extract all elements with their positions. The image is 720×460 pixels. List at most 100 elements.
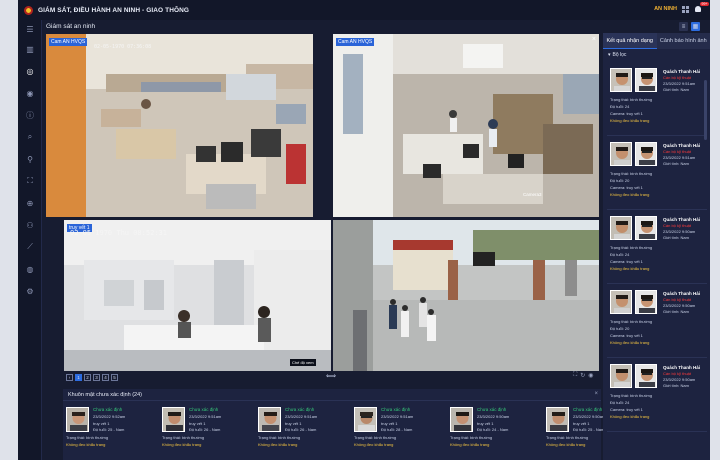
refresh-icon[interactable]: ↻ bbox=[580, 372, 585, 379]
sync-link-icon[interactable]: ⟺ bbox=[326, 372, 336, 380]
info-icon[interactable]: ⓘ bbox=[25, 110, 35, 120]
face-time: 23/3/2022 9:52am bbox=[93, 414, 126, 419]
page-button[interactable]: 3 bbox=[93, 374, 100, 381]
camera-feed-4[interactable] bbox=[333, 220, 599, 371]
captured-face-thumbnail bbox=[610, 216, 632, 240]
person-state: Trạng thái: bình thường bbox=[610, 393, 653, 398]
face-camera: truy vết 1 bbox=[381, 421, 398, 426]
tab-recognition-results[interactable]: Kết quả nhận dạng bbox=[603, 33, 657, 49]
person-gender: Giới tính: Nam bbox=[663, 235, 689, 240]
camera-feed-2[interactable]: Cam AN HVQS Camera3 × bbox=[333, 34, 599, 217]
settings-icon[interactable]: ◉ bbox=[588, 372, 593, 379]
close-icon[interactable]: × bbox=[594, 391, 598, 397]
camera-feed-3[interactable]: truy vết 1 02-05-1970 Thu 08:52:31 Chế đ… bbox=[64, 220, 331, 371]
face-status: Chưa xác định bbox=[381, 407, 411, 412]
recognition-camera: Camera: truy vết 1 bbox=[610, 111, 643, 116]
face-card[interactable]: Chưa xác định 23/3/2022 9:51am truy vết … bbox=[351, 404, 439, 460]
recognition-card[interactable]: Quách Thanh Hải Cán bộ kỹ thuật 23/3/202… bbox=[607, 66, 707, 136]
page-button[interactable]: 2 bbox=[84, 374, 91, 381]
face-state: Trạng thái: bình thường bbox=[354, 435, 397, 440]
camera-feed-1[interactable]: Cam AN HVQS 02-05-1970 07:36:08 bbox=[46, 34, 313, 217]
face-age: Độ tuổi: 24 - Nam bbox=[477, 427, 509, 432]
reference-face-thumbnail bbox=[635, 142, 657, 166]
scan-icon[interactable]: ⛶ bbox=[25, 176, 35, 186]
person-role: Cán bộ kỹ thuật bbox=[663, 149, 692, 154]
trend-chart-icon[interactable]: ⟋ bbox=[25, 242, 35, 252]
recognition-card[interactable]: Quách Thanh Hải Cán bộ kỹ thuật 23/3/202… bbox=[607, 362, 707, 432]
menu-icon[interactable]: ☰ bbox=[25, 24, 35, 34]
recognition-time: 23/3/2022 9:50am bbox=[663, 229, 696, 234]
recognition-time: 23/3/2022 9:50am bbox=[663, 377, 696, 382]
face-mask: Không đeo khẩu trang bbox=[450, 442, 490, 447]
view-mode-buttons: ≡ ▦ bbox=[679, 22, 700, 31]
person-name: Quách Thanh Hải bbox=[663, 217, 701, 222]
face-status: Chưa xác định bbox=[93, 407, 123, 412]
panel-tabs: Kết quả nhận dạng Cảnh báo hình ảnh bbox=[603, 33, 710, 49]
app-title: GIÁM SÁT, ĐIỀU HÀNH AN NINH - GIAO THÔNG bbox=[38, 6, 190, 14]
face-card[interactable]: Chưa xác định 23/3/2022 9:51am truy vết … bbox=[159, 404, 247, 460]
recognition-card[interactable]: Quách Thanh Hải Cán bộ kỹ thuật 23/3/202… bbox=[607, 288, 707, 358]
face-thumbnail bbox=[162, 407, 185, 432]
face-camera: truy vết 1 bbox=[573, 421, 590, 426]
face-time: 23/3/2022 9:51am bbox=[381, 414, 414, 419]
person-mask: Không đeo khẩu trang bbox=[610, 118, 650, 123]
face-camera: truy vết 1 bbox=[189, 421, 206, 426]
panel-scrollbar[interactable] bbox=[704, 80, 707, 140]
notification-badge: 99+ bbox=[700, 2, 709, 6]
list-view-button[interactable]: ≡ bbox=[679, 22, 688, 31]
camera-feed-4-image bbox=[333, 220, 599, 371]
face-mask: Không đeo khẩu trang bbox=[354, 442, 394, 447]
close-icon[interactable]: × bbox=[592, 36, 596, 43]
face-age: Độ tuổi: 26 - Nam bbox=[285, 427, 317, 432]
person-role: Cán bộ kỹ thuật bbox=[663, 297, 692, 302]
security-monitor-icon[interactable]: ◎ bbox=[21, 63, 39, 79]
page-button[interactable]: 4 bbox=[102, 374, 109, 381]
face-card[interactable]: Chưa xác định 23/3/2022 9:52am truy vết … bbox=[63, 404, 151, 460]
face-mask: Không đeo khẩu trang bbox=[162, 442, 202, 447]
recognition-card[interactable]: Quách Thanh Hải Cán bộ kỹ thuật 23/3/202… bbox=[607, 214, 707, 284]
fullscreen-icon[interactable]: ⛶ bbox=[573, 372, 577, 379]
person-gender: Giới tính: Nam bbox=[663, 309, 689, 314]
bell-icon[interactable]: 99+ bbox=[694, 2, 709, 13]
camera-overlay-text: Camera3 bbox=[523, 192, 542, 197]
camera-timestamp: 02-05-1970 Thu 08:52:31 bbox=[70, 229, 167, 237]
recognition-camera: Camera: truy vết 1 bbox=[610, 259, 643, 264]
person-age: Độ tuổi: 20 bbox=[610, 178, 630, 183]
face-card[interactable]: Chưa xác định 23/3/2022 9:51am truy vết … bbox=[255, 404, 343, 460]
compass-icon[interactable]: ◉ bbox=[25, 88, 35, 98]
page-button[interactable]: 5 bbox=[111, 374, 118, 381]
face-time: 23/3/2022 9:51am bbox=[285, 414, 318, 419]
camera-grid: Cam AN HVQS 02-05-1970 07:36:08 Cam AN H… bbox=[46, 34, 599, 371]
recognition-card[interactable]: Quách Thanh Hải Cán bộ kỹ thuật 23/3/202… bbox=[607, 140, 707, 210]
camera-timestamp: 02-05-1970 07:36:08 bbox=[94, 44, 152, 50]
users-icon[interactable]: ⚇ bbox=[25, 220, 35, 230]
settings-icon[interactable]: ⚙ bbox=[25, 286, 35, 296]
search-person-icon[interactable]: ⌕ bbox=[25, 132, 35, 142]
page-prev-button[interactable]: ‹ bbox=[66, 374, 73, 381]
recognition-camera: Camera: truy vết 1 bbox=[610, 407, 643, 412]
search-icon[interactable]: ⚲ bbox=[25, 154, 35, 164]
person-age: Độ tuổi: 24 bbox=[610, 252, 630, 257]
person-mask: Không đeo khẩu trang bbox=[610, 192, 650, 197]
face-state: Trạng thái: bình thường bbox=[546, 435, 589, 440]
face-thumbnail bbox=[258, 407, 281, 432]
recognition-time: 23/3/2022 9:51am bbox=[663, 81, 696, 86]
tab-image-alerts[interactable]: Cảnh báo hình ảnh bbox=[656, 33, 710, 49]
apps-grid-icon[interactable] bbox=[682, 5, 689, 13]
recognition-camera: Camera: truy vết 1 bbox=[610, 185, 643, 190]
face-card[interactable]: Chưa xác định 23/3/2022 9:50am truy vết … bbox=[447, 404, 535, 460]
target-icon[interactable]: ◍ bbox=[25, 264, 35, 274]
person-name: Quách Thanh Hải bbox=[663, 365, 701, 370]
person-mask: Không đeo khẩu trang bbox=[610, 414, 650, 419]
user-name[interactable]: AN NINH bbox=[654, 6, 677, 12]
chart-bars-icon[interactable]: ▥ bbox=[25, 44, 35, 54]
app-window: GIÁM SÁT, ĐIỀU HÀNH AN NINH - GIAO THÔNG… bbox=[18, 0, 710, 460]
reference-face-thumbnail bbox=[635, 364, 657, 388]
zoom-icon[interactable]: ⊕ bbox=[25, 198, 35, 208]
grid-view-button[interactable]: ▦ bbox=[691, 22, 700, 31]
filter-toggle[interactable]: ▾ Bộ lọc bbox=[603, 49, 710, 60]
page-button[interactable]: 1 bbox=[75, 374, 82, 381]
recognition-camera: Camera: truy vết 1 bbox=[610, 333, 643, 338]
face-time: 23/3/2022 9:50am bbox=[573, 414, 606, 419]
captured-face-thumbnail bbox=[610, 364, 632, 388]
